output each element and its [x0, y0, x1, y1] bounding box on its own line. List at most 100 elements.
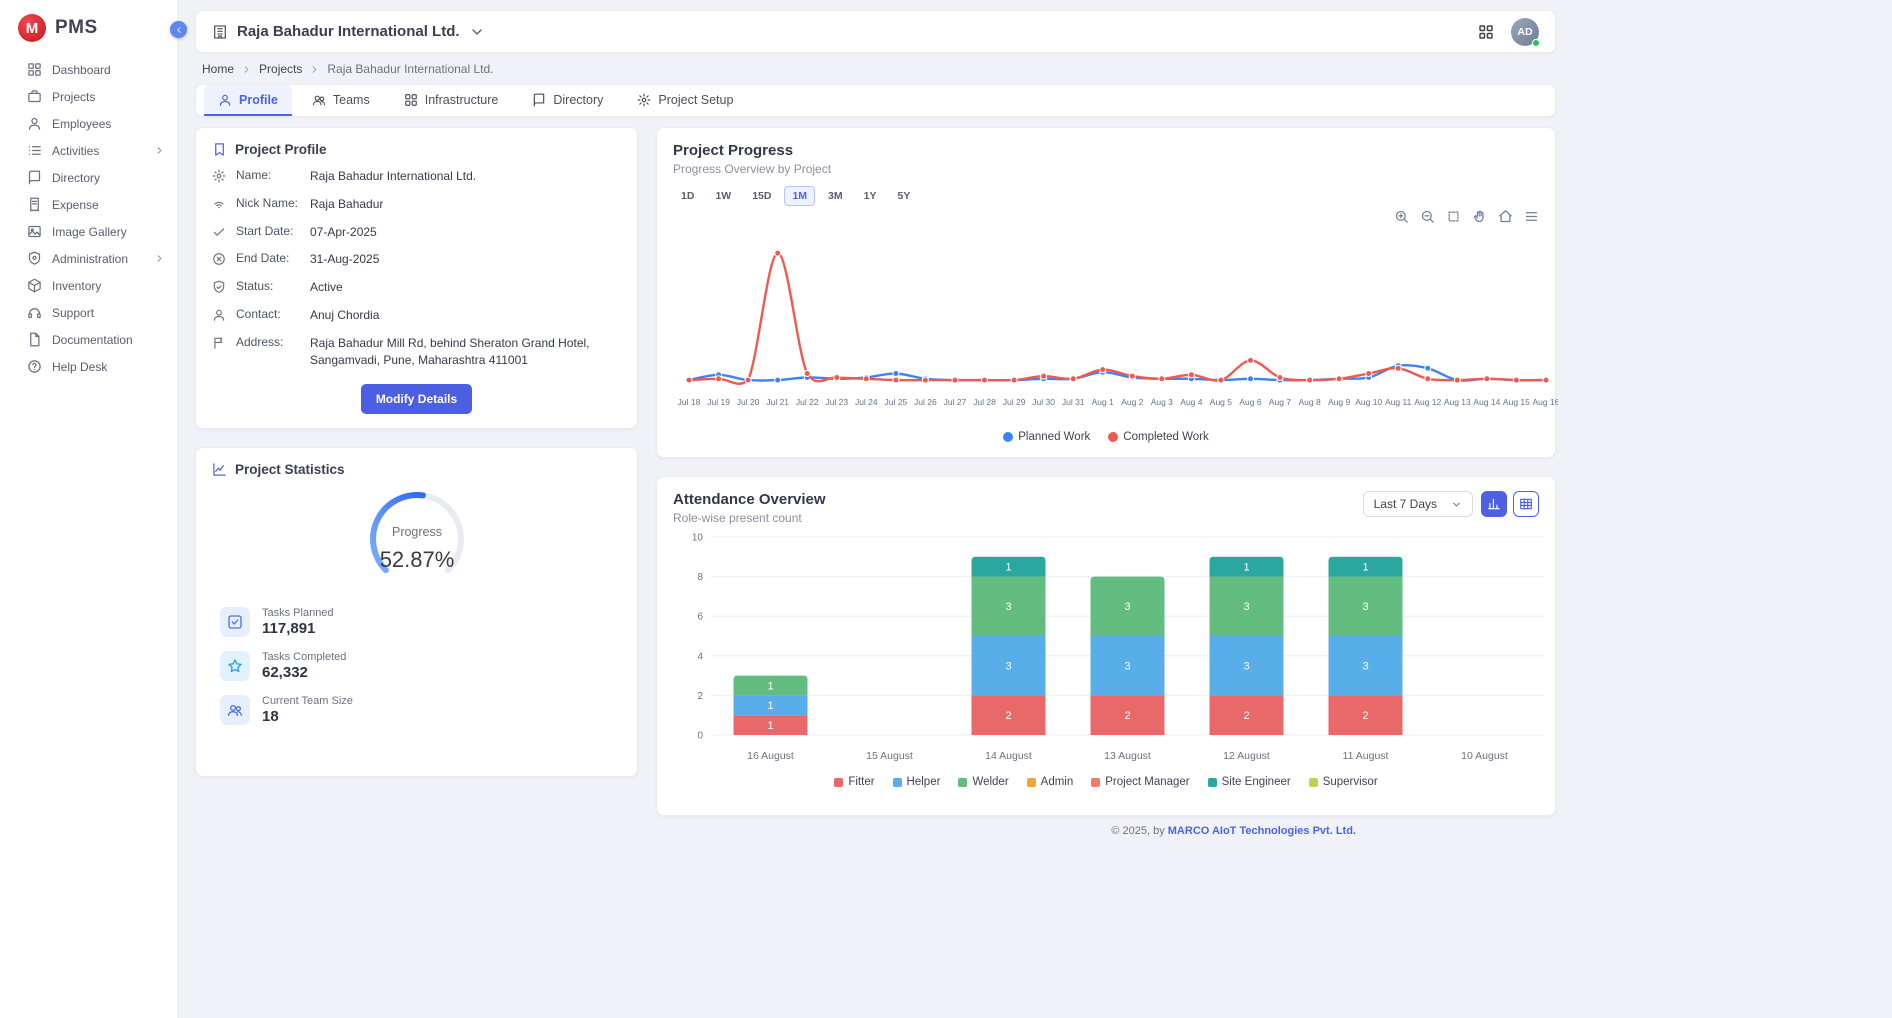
tab-project-setup[interactable]: Project Setup [623, 85, 747, 116]
tab-directory[interactable]: Directory [518, 85, 617, 116]
legend-label: Project Manager [1105, 776, 1189, 788]
sidebar-item-label: Inventory [52, 279, 101, 293]
stat-value: 62,332 [262, 664, 346, 681]
sidebar-item-documentation[interactable]: Documentation [0, 326, 177, 353]
legend-planned-work[interactable]: Planned Work [1003, 431, 1090, 443]
sidebar-item-label: Activities [52, 144, 99, 158]
apps-grid-icon[interactable] [1477, 23, 1495, 41]
footer-link[interactable]: MARCO AIoT Technologies Pvt. Ltd. [1168, 825, 1356, 837]
stat-tasks-planned: Tasks Planned117,891 [212, 607, 621, 637]
attendance-card-subtitle: Role-wise present count [673, 511, 826, 525]
chevron-down-icon [469, 24, 485, 40]
range-3m[interactable]: 3M [820, 186, 851, 206]
image-gallery-icon [27, 224, 42, 239]
svg-text:Aug 2: Aug 2 [1121, 397, 1143, 407]
svg-text:2: 2 [1362, 710, 1368, 722]
range-15d[interactable]: 15D [744, 186, 779, 206]
sidebar-item-label: Help Desk [52, 360, 107, 374]
breadcrumb-item-home[interactable]: Home [202, 62, 234, 76]
sidebar-item-inventory[interactable]: Inventory [0, 272, 177, 299]
home-icon[interactable] [1498, 208, 1513, 224]
range-1w[interactable]: 1W [707, 186, 739, 206]
sidebar-item-administration[interactable]: Administration [0, 245, 177, 272]
sidebar-item-image-gallery[interactable]: Image Gallery [0, 218, 177, 245]
svg-text:1: 1 [767, 720, 773, 732]
attendance-bar-chart[interactable]: 024681011116 August15 August233114 Augus… [673, 529, 1558, 769]
chevron-right-icon [241, 64, 252, 75]
tab-label: Profile [239, 93, 278, 107]
sidebar-item-help-desk[interactable]: Help Desk [0, 353, 177, 380]
person-icon [212, 308, 226, 322]
svg-text:Jul 27: Jul 27 [944, 397, 967, 407]
range-5y[interactable]: 5Y [889, 186, 918, 206]
shield-icon [212, 280, 226, 294]
range-1d[interactable]: 1D [673, 186, 702, 206]
sidebar-item-directory[interactable]: Directory [0, 164, 177, 191]
sidebar-item-label: Employees [52, 117, 111, 131]
bar-chart-legend: Fitter Helper Welder Admin Project Manager Si… [673, 776, 1539, 788]
svg-text:Jul 30: Jul 30 [1032, 397, 1055, 407]
legend-welder[interactable]: Welder [958, 776, 1008, 788]
selection-zoom-icon[interactable] [1446, 208, 1461, 224]
date-range-select[interactable]: Last 7 Days [1363, 491, 1473, 517]
legend-label: Supervisor [1323, 776, 1378, 788]
legend-fitter[interactable]: Fitter [834, 776, 874, 788]
svg-text:3: 3 [1005, 601, 1011, 613]
legend-admin[interactable]: Admin [1027, 776, 1074, 788]
sidebar-item-expense[interactable]: Expense [0, 191, 177, 218]
svg-text:12 August: 12 August [1223, 750, 1270, 762]
project-profile-card: Project Profile Name:Raja Bahadur Intern… [195, 127, 638, 429]
chart-view-button[interactable] [1481, 491, 1507, 517]
progress-line-chart[interactable]: Jul 18Jul 19Jul 20Jul 21Jul 22Jul 23Jul … [673, 224, 1558, 424]
tab-infrastructure[interactable]: Infrastructure [390, 85, 513, 116]
svg-text:3: 3 [1362, 661, 1368, 673]
svg-text:16 August: 16 August [747, 750, 794, 762]
svg-text:6: 6 [697, 612, 703, 623]
modify-details-button[interactable]: Modify Details [361, 384, 472, 414]
svg-text:2: 2 [1124, 710, 1130, 722]
pan-icon[interactable] [1472, 208, 1487, 224]
legend-supervisor[interactable]: Supervisor [1309, 776, 1378, 788]
sidebar-item-projects[interactable]: Projects [0, 83, 177, 110]
footer-text: © 2025, by [1111, 825, 1167, 837]
field-value: Active [310, 279, 621, 296]
sidebar-item-dashboard[interactable]: Dashboard [0, 56, 177, 83]
star-icon [220, 651, 250, 681]
view-toggle-group [1481, 491, 1539, 517]
legend-project-manager[interactable]: Project Manager [1091, 776, 1189, 788]
dashboard-icon [27, 62, 42, 77]
tab-profile[interactable]: Profile [204, 85, 292, 116]
time-range-selector: 1D1W15D1M3M1Y5Y [673, 186, 1539, 206]
stat-label: Current Team Size [262, 695, 353, 707]
content-row: Project Profile Name:Raja Bahadur Intern… [195, 127, 1556, 816]
company-selector[interactable]: Raja Bahadur International Ltd. [212, 23, 485, 40]
svg-text:3: 3 [1362, 601, 1368, 613]
activities-icon [27, 143, 42, 158]
chevron-down-icon [1451, 499, 1462, 510]
date-range-value: Last 7 Days [1374, 497, 1437, 511]
sidebar-item-support[interactable]: Support [0, 299, 177, 326]
sidebar-collapse-button[interactable] [170, 21, 187, 38]
table-view-button[interactable] [1513, 491, 1539, 517]
sidebar-item-activities[interactable]: Activities [0, 137, 177, 164]
project-statistics-card: Project Statistics Progress52.87% Tasks … [195, 447, 638, 777]
field-value: Raja Bahadur Mill Rd, behind Sheraton Gr… [310, 335, 621, 369]
svg-text:3: 3 [1243, 661, 1249, 673]
zoom-in-icon[interactable] [1394, 208, 1409, 224]
menu-icon[interactable] [1524, 208, 1539, 224]
legend-completed-work[interactable]: Completed Work [1108, 431, 1208, 443]
tab-label: Project Setup [658, 93, 733, 107]
legend-helper[interactable]: Helper [893, 776, 941, 788]
user-avatar[interactable]: AD [1511, 18, 1539, 46]
tab-teams[interactable]: Teams [298, 85, 384, 116]
range-1y[interactable]: 1Y [856, 186, 885, 206]
zoom-out-icon[interactable] [1420, 208, 1435, 224]
app-logo[interactable]: M PMS [0, 0, 177, 56]
progress-card-title: Project Progress [673, 142, 1539, 159]
range-1m[interactable]: 1M [784, 186, 815, 206]
legend-marker [958, 778, 967, 787]
svg-text:11 August: 11 August [1343, 750, 1389, 762]
breadcrumb-item-projects[interactable]: Projects [259, 62, 302, 76]
sidebar-item-employees[interactable]: Employees [0, 110, 177, 137]
legend-site-engineer[interactable]: Site Engineer [1208, 776, 1291, 788]
